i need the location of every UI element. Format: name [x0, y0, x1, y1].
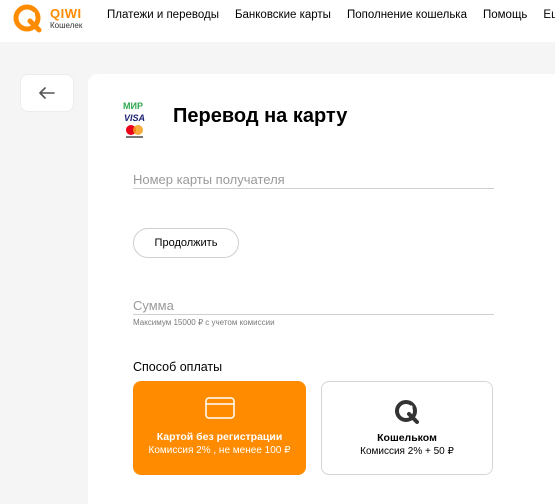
nav-item-more[interactable]: Ещё: [543, 9, 555, 23]
qiwi-logo[interactable]: QIWI Кошелек: [12, 3, 92, 35]
nav-item-help[interactable]: Помощь: [483, 9, 527, 23]
payment-method-label: Способ оплаты: [133, 360, 223, 374]
arrow-left-icon: [39, 87, 55, 99]
credit-card-icon: [204, 397, 235, 419]
card-number-input[interactable]: [133, 170, 494, 188]
main-nav: Платежи и переводы Банковские карты Попо…: [107, 9, 555, 23]
pay-by-wallet-option[interactable]: Кошельком Комиссия 2% + 50 ₽: [321, 381, 493, 475]
option-subtitle: Комиссия 2% , не менее 100 ₽: [148, 445, 291, 456]
nav-item-top-up[interactable]: Пополнение кошелька: [347, 9, 467, 23]
amount-input[interactable]: [133, 296, 494, 314]
amount-field: [133, 296, 494, 315]
continue-button[interactable]: Продолжить: [133, 228, 239, 258]
card-brands-logo: МИР VISA: [123, 101, 145, 138]
card-number-field: [133, 170, 494, 189]
qiwi-logo-icon: [13, 4, 42, 33]
option-title: Картой без регистрации: [156, 431, 283, 443]
option-subtitle: Комиссия 2% + 50 ₽: [360, 446, 454, 457]
back-button[interactable]: [20, 74, 74, 112]
svg-text:VISA: VISA: [124, 113, 145, 123]
logo-subtitle: Кошелек: [50, 21, 83, 30]
page-title: Перевод на карту: [173, 105, 348, 127]
top-navigation-bar: QIWI Кошелек Платежи и переводы Банковск…: [0, 0, 555, 42]
logo-text: QIWI: [50, 6, 82, 21]
option-title: Кошельком: [377, 432, 437, 444]
qiwi-logo-icon: [395, 400, 419, 424]
nav-item-bank-cards[interactable]: Банковские карты: [235, 9, 331, 23]
nav-item-payments[interactable]: Платежи и переводы: [107, 9, 219, 23]
svg-text:МИР: МИР: [123, 101, 143, 111]
amount-hint: Максимум 15000 ₽ с учетом комиссии: [133, 318, 275, 327]
pay-by-card-option[interactable]: Картой без регистрации Комиссия 2% , не …: [133, 381, 306, 475]
